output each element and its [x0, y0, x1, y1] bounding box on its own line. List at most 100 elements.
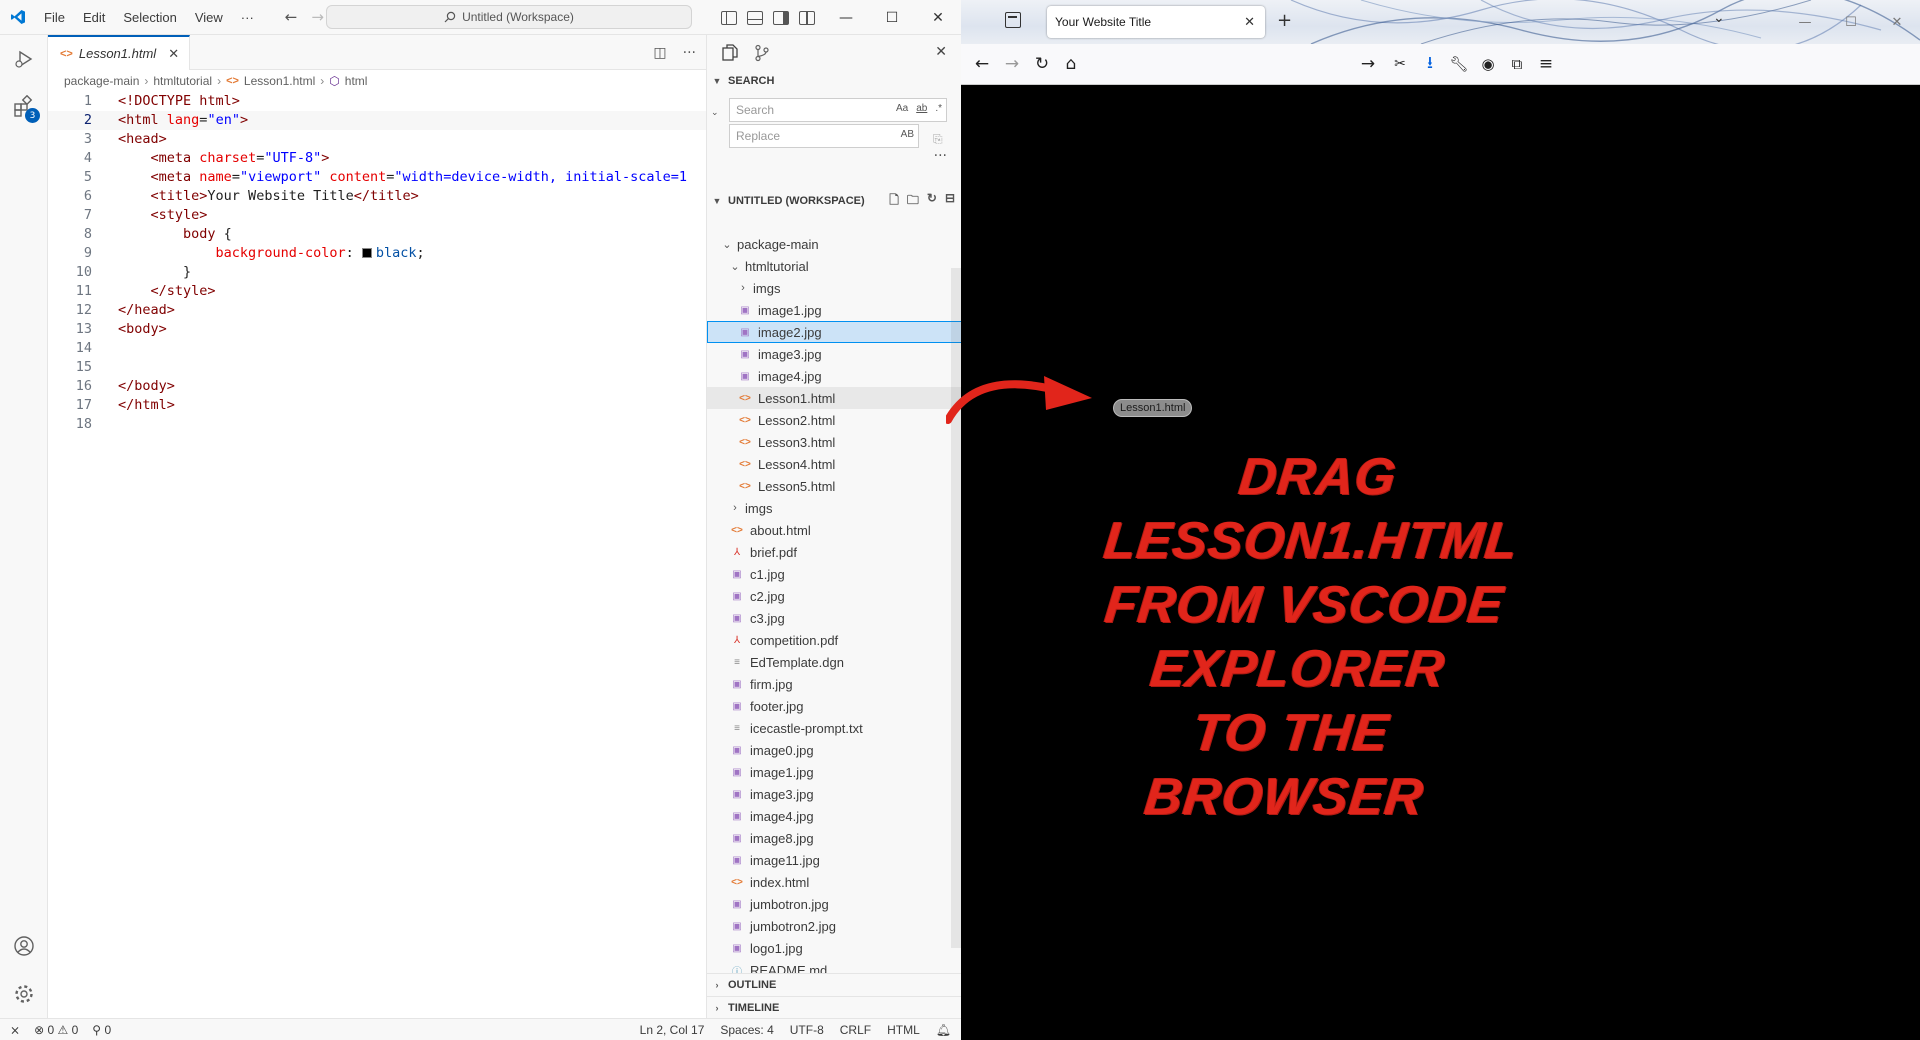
- replace-input[interactable]: Replace AB: [729, 124, 919, 148]
- back-icon[interactable]: ←: [971, 53, 993, 75]
- accounts-icon[interactable]: [0, 922, 48, 970]
- tree-file[interactable]: ≡ icecastle-prompt.txt: [707, 717, 962, 739]
- maximize-icon[interactable]: ☐: [1828, 0, 1874, 44]
- breadcrumb-item[interactable]: html: [345, 74, 368, 88]
- browser-tab-active[interactable]: Your Website Title ✕: [1047, 6, 1265, 38]
- line-endings[interactable]: CRLF: [840, 1023, 871, 1037]
- wrench-icon[interactable]: 🔧︎: [1448, 53, 1470, 75]
- close-icon[interactable]: ✕: [1874, 0, 1920, 44]
- preserve-case-icon[interactable]: AB: [901, 129, 914, 140]
- tree-file[interactable]: <> about.html: [707, 519, 962, 541]
- run-debug-icon[interactable]: [0, 35, 48, 83]
- replace-all-icon[interactable]: ⎘: [933, 132, 943, 147]
- tree-folder[interactable]: ⌄ package-main: [707, 233, 962, 255]
- menu-more[interactable]: ···: [232, 0, 263, 35]
- search-section-header[interactable]: ▼ SEARCH: [707, 70, 961, 92]
- tree-file[interactable]: <> index.html: [707, 871, 962, 893]
- tree-file[interactable]: ▣ image4.jpg: [707, 805, 962, 827]
- tree-folder[interactable]: › imgs: [707, 277, 962, 299]
- code-line[interactable]: 3 <head>: [48, 130, 706, 149]
- reload-icon[interactable]: ↻: [1031, 53, 1053, 75]
- menu-file[interactable]: File: [35, 0, 74, 35]
- match-case-icon[interactable]: Aa: [896, 103, 908, 114]
- more-actions-icon[interactable]: ···: [683, 45, 696, 61]
- menu-edit[interactable]: Edit: [74, 0, 114, 35]
- tree-file[interactable]: ▣ firm.jpg: [707, 673, 962, 695]
- menu-view[interactable]: View: [186, 0, 232, 35]
- workspace-section-header[interactable]: ▼ UNTITLED (WORKSPACE) 🗋 🗀 ↻ ⊟: [707, 190, 961, 212]
- minimize-icon[interactable]: —: [1782, 0, 1828, 44]
- explorer-files-icon[interactable]: [721, 43, 739, 62]
- breadcrumb-item[interactable]: Lesson1.html: [244, 74, 315, 88]
- screenshot-icon[interactable]: ✂: [1389, 53, 1411, 75]
- tree-file[interactable]: ▣ jumbotron.jpg: [707, 893, 962, 915]
- problems-indicator[interactable]: ⊗ 0 ⚠ 0: [34, 1023, 78, 1037]
- tree-file[interactable]: ▣ image1.jpg: [707, 299, 962, 321]
- downloads-icon[interactable]: ⭳: [1419, 53, 1441, 75]
- tree-file[interactable]: ▣ jumbotron2.jpg: [707, 915, 962, 937]
- tree-folder[interactable]: ⌄ htmltutorial: [707, 255, 962, 277]
- tab-list-icon[interactable]: [1005, 12, 1021, 28]
- command-center[interactable]: Untitled (Workspace): [326, 5, 692, 29]
- tree-file[interactable]: ▣ image3.jpg: [707, 783, 962, 805]
- ports-indicator[interactable]: ⚲ 0: [92, 1023, 111, 1037]
- customize-layout-icon[interactable]: [799, 10, 815, 25]
- more-search-options-icon[interactable]: ···: [707, 148, 961, 166]
- code-line[interactable]: 2 <html lang="en">: [48, 111, 706, 130]
- tree-file[interactable]: ⅄ brief.pdf: [707, 541, 962, 563]
- toggle-primary-sidebar-icon[interactable]: [721, 10, 737, 25]
- search-input[interactable]: Search Aa ab .*: [729, 98, 947, 122]
- code-line[interactable]: 6 <title>Your Website Title</title>: [48, 187, 706, 206]
- encoding[interactable]: UTF-8: [790, 1023, 824, 1037]
- timeline-section-header[interactable]: › TIMELINE: [707, 996, 962, 1018]
- code-line[interactable]: 16 </body>: [48, 377, 706, 396]
- cursor-position[interactable]: Ln 2, Col 17: [640, 1023, 705, 1037]
- tree-file[interactable]: ⅄ competition.pdf: [707, 629, 962, 651]
- refresh-icon[interactable]: ↻: [927, 191, 937, 212]
- code-line[interactable]: 4 <meta charset="UTF-8">: [48, 149, 706, 168]
- remote-icon[interactable]: ⨯: [10, 1023, 20, 1037]
- tree-file[interactable]: <> Lesson2.html: [707, 409, 962, 431]
- tree-file[interactable]: ▣ footer.jpg: [707, 695, 962, 717]
- forward-icon[interactable]: →: [1001, 53, 1023, 75]
- extensions-puzzle-icon[interactable]: ⧉: [1506, 53, 1528, 75]
- tree-file[interactable]: ⓘ README.md: [707, 959, 962, 974]
- tree-file[interactable]: ▣ image4.jpg: [707, 365, 962, 387]
- tree-file[interactable]: ▣ c1.jpg: [707, 563, 962, 585]
- code-line[interactable]: 13 <body>: [48, 320, 706, 339]
- close-icon[interactable]: ✕: [935, 44, 947, 60]
- new-tab-icon[interactable]: +: [1277, 10, 1292, 31]
- source-control-icon[interactable]: [753, 44, 771, 62]
- code-line[interactable]: 15: [48, 358, 706, 377]
- outline-section-header[interactable]: › OUTLINE: [707, 974, 962, 996]
- page-content[interactable]: Lesson1.html DRAG LESSON1.HTML FROM VSCODE…: [961, 85, 1920, 1040]
- tree-file[interactable]: ▣ image1.jpg: [707, 761, 962, 783]
- tree-file[interactable]: <> Lesson1.html: [707, 387, 962, 409]
- back-icon[interactable]: ←: [285, 8, 298, 26]
- close-icon[interactable]: ✕: [915, 0, 961, 35]
- chevron-down-icon[interactable]: ⌄: [711, 108, 719, 118]
- extensions-icon[interactable]: 3: [0, 83, 48, 131]
- code-line[interactable]: 11 </style>: [48, 282, 706, 301]
- tree-file[interactable]: <> Lesson4.html: [707, 453, 962, 475]
- code-line[interactable]: 12 </head>: [48, 301, 706, 320]
- new-folder-icon[interactable]: 🗀: [907, 191, 919, 212]
- tab-lesson1[interactable]: <> Lesson1.html ✕: [48, 35, 191, 70]
- hamburger-menu-icon[interactable]: ≡: [1535, 53, 1557, 75]
- go-arrow-icon[interactable]: →: [1357, 53, 1379, 75]
- breadcrumb-item[interactable]: package-main: [64, 74, 139, 88]
- tab-close-icon[interactable]: ✕: [1244, 14, 1255, 30]
- regex-icon[interactable]: .*: [935, 103, 942, 114]
- code-line[interactable]: 1 <!DOCTYPE html>: [48, 92, 706, 111]
- tab-close-icon[interactable]: ✕: [168, 46, 179, 62]
- tree-file[interactable]: <> Lesson5.html: [707, 475, 962, 497]
- collapse-all-icon[interactable]: ⊟: [945, 191, 955, 212]
- list-all-tabs-chevron-icon[interactable]: ⌄: [1713, 10, 1725, 26]
- notifications-bell-icon[interactable]: 🔔︎: [936, 1023, 951, 1037]
- tree-file[interactable]: ▣ c2.jpg: [707, 585, 962, 607]
- code-line[interactable]: 9 background-color: black;: [48, 244, 706, 263]
- indentation[interactable]: Spaces: 4: [720, 1023, 773, 1037]
- menu-selection[interactable]: Selection: [114, 0, 185, 35]
- tree-folder[interactable]: › imgs: [707, 497, 962, 519]
- maximize-icon[interactable]: ☐: [869, 0, 915, 35]
